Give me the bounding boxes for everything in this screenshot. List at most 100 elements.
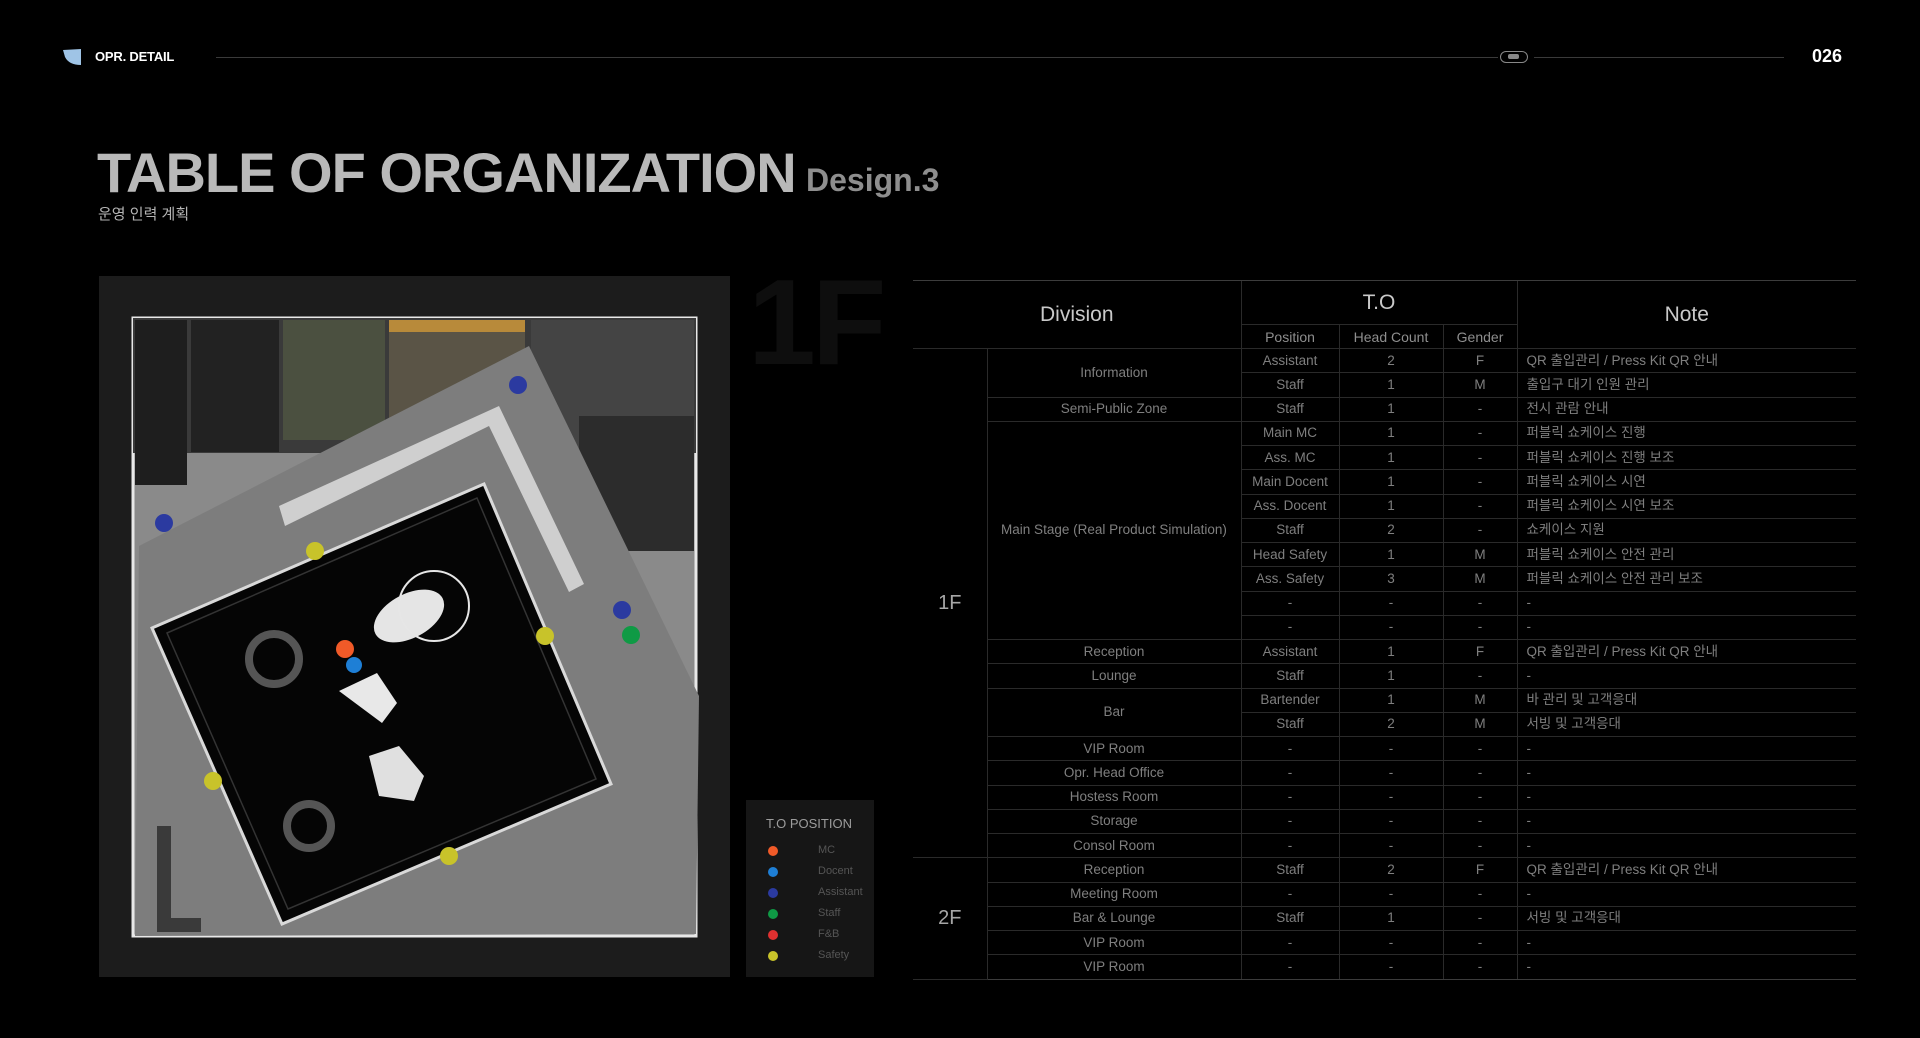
cell-position: - xyxy=(1240,833,1339,859)
docent-dot-icon xyxy=(768,867,778,877)
zone-meeting-room: Meeting Room xyxy=(986,882,1241,907)
table-header-row: Division T.O Note xyxy=(913,280,1857,349)
cell-gender: - xyxy=(1442,469,1518,495)
cell-note: - xyxy=(1516,760,1857,786)
page-subtitle: 운영 인력 계획 xyxy=(98,206,190,223)
cell-note: 서빙 및 고객응대 xyxy=(1516,906,1857,932)
cell-gender: - xyxy=(1442,421,1518,447)
zone-bar: Bar xyxy=(986,688,1241,737)
cell-position: Ass. Docent xyxy=(1240,494,1339,519)
header-gender: Gender xyxy=(1442,324,1518,349)
cell-position: Bartender xyxy=(1240,688,1339,713)
cell-count: 1 xyxy=(1338,372,1443,398)
table-row: Hostess Room - - - - xyxy=(913,785,1857,810)
floor-watermark: 1F xyxy=(748,254,886,390)
legend-label: Assistant xyxy=(818,886,863,898)
cell-count: 1 xyxy=(1338,688,1443,713)
cell-position: - xyxy=(1240,760,1339,786)
zone-hostess-room: Hostess Room xyxy=(986,785,1241,810)
cell-count: 2 xyxy=(1338,857,1443,883)
dot-assistant-1 xyxy=(509,376,527,394)
legend-label: MC xyxy=(818,844,836,856)
cell-gender: F xyxy=(1442,639,1518,665)
table-row: 1F Information Assistant 2 F QR 출입관리 / P… xyxy=(913,348,1857,859)
cell-gender: - xyxy=(1442,445,1518,471)
cell-note: QR 출입관리 / Press Kit QR 안내 xyxy=(1516,639,1857,665)
design-label: Design.3 xyxy=(806,162,940,198)
cell-note: - xyxy=(1516,785,1857,810)
table-row: Semi-Public Zone Staff 1 - 전시 관람 안내 xyxy=(913,397,1857,422)
floor-plan-drawing xyxy=(131,316,699,938)
dot-staff xyxy=(622,626,640,644)
cell-note: 퍼블릭 쇼케이스 진행 보조 xyxy=(1516,445,1857,471)
legend-label: Staff xyxy=(818,907,841,919)
cell-position: - xyxy=(1240,591,1339,616)
zone-lounge: Lounge xyxy=(986,663,1241,689)
cell-gender: - xyxy=(1442,615,1518,641)
zone-reception-2f: Reception xyxy=(986,857,1241,883)
header-divider-right xyxy=(1534,57,1784,58)
cell-position: Staff xyxy=(1240,712,1339,738)
cell-gender: - xyxy=(1442,663,1518,689)
cell-position: - xyxy=(1240,930,1339,956)
cell-count: 2 xyxy=(1338,712,1443,738)
cell-count: 1 xyxy=(1338,494,1443,519)
cell-note: 서빙 및 고객응대 xyxy=(1516,712,1857,738)
section-icon xyxy=(63,49,81,65)
table-row: VIP Room - - - - xyxy=(913,954,1857,980)
cell-count: 1 xyxy=(1338,445,1443,471)
cell-note: 바 관리 및 고객응대 xyxy=(1516,688,1857,713)
organization-table: Division T.O Note Position Head Count Ge… xyxy=(913,280,1857,980)
staff-dot-icon xyxy=(768,909,778,919)
dot-assistant-2 xyxy=(155,514,173,532)
table-row: VIP Room - - - - xyxy=(913,736,1857,762)
cell-count: - xyxy=(1338,833,1443,859)
dot-safety-4 xyxy=(440,847,458,865)
cell-position: - xyxy=(1240,785,1339,810)
cell-note: 퍼블릭 쇼케이스 진행 xyxy=(1516,421,1857,447)
legend-label: Safety xyxy=(818,949,850,961)
cell-note: 퍼블릭 쇼케이스 시연 보조 xyxy=(1516,494,1857,519)
table-row: Reception Assistant 1 F QR 출입관리 / Press … xyxy=(913,639,1857,665)
zone-opr-head-office: Opr. Head Office xyxy=(986,760,1241,786)
cell-position: Staff xyxy=(1240,663,1339,689)
dot-mc xyxy=(336,640,354,658)
zone-consol-room: Consol Room xyxy=(986,833,1241,859)
header-division: Division xyxy=(913,280,1241,349)
cell-note: - xyxy=(1516,882,1857,907)
cell-position: - xyxy=(1240,736,1339,762)
cell-gender: - xyxy=(1442,906,1518,932)
cell-note: QR 출입관리 / Press Kit QR 안내 xyxy=(1516,348,1857,374)
pagination-indicator-icon xyxy=(1500,51,1528,63)
dot-safety-1 xyxy=(306,542,324,560)
cell-gender: - xyxy=(1442,494,1518,519)
cell-gender: - xyxy=(1442,736,1518,762)
cell-count: 1 xyxy=(1338,421,1443,447)
cell-gender: M xyxy=(1442,372,1518,398)
legend-item-assistant: Assistant xyxy=(768,886,868,900)
floor-plan xyxy=(99,276,730,977)
cell-count: - xyxy=(1338,760,1443,786)
dot-docent xyxy=(346,657,362,673)
fb-dot-icon xyxy=(768,930,778,940)
cell-note: 퍼블릭 쇼케이스 안전 관리 xyxy=(1516,542,1857,568)
table-row: Opr. Head Office - - - - xyxy=(913,760,1857,786)
safety-dot-icon xyxy=(768,951,778,961)
legend-item-safety: Safety xyxy=(768,949,868,963)
cell-gender: - xyxy=(1442,518,1518,544)
zone-bar-lounge: Bar & Lounge xyxy=(986,906,1241,932)
cell-count: - xyxy=(1338,785,1443,810)
cell-gender: F xyxy=(1442,857,1518,883)
cell-position: - xyxy=(1240,615,1339,641)
cell-position: Main Docent xyxy=(1240,469,1339,495)
cell-note: - xyxy=(1516,615,1857,641)
cell-count: - xyxy=(1338,615,1443,641)
cell-gender: - xyxy=(1442,591,1518,616)
cell-count: 1 xyxy=(1338,906,1443,932)
legend-item-mc: MC xyxy=(768,844,868,858)
cell-gender: - xyxy=(1442,785,1518,810)
cell-note: 퍼블릭 쇼케이스 안전 관리 보조 xyxy=(1516,566,1857,592)
cell-note: 출입구 대기 인원 관리 xyxy=(1516,372,1857,398)
cell-note: - xyxy=(1516,833,1857,859)
dot-safety-3 xyxy=(204,772,222,790)
